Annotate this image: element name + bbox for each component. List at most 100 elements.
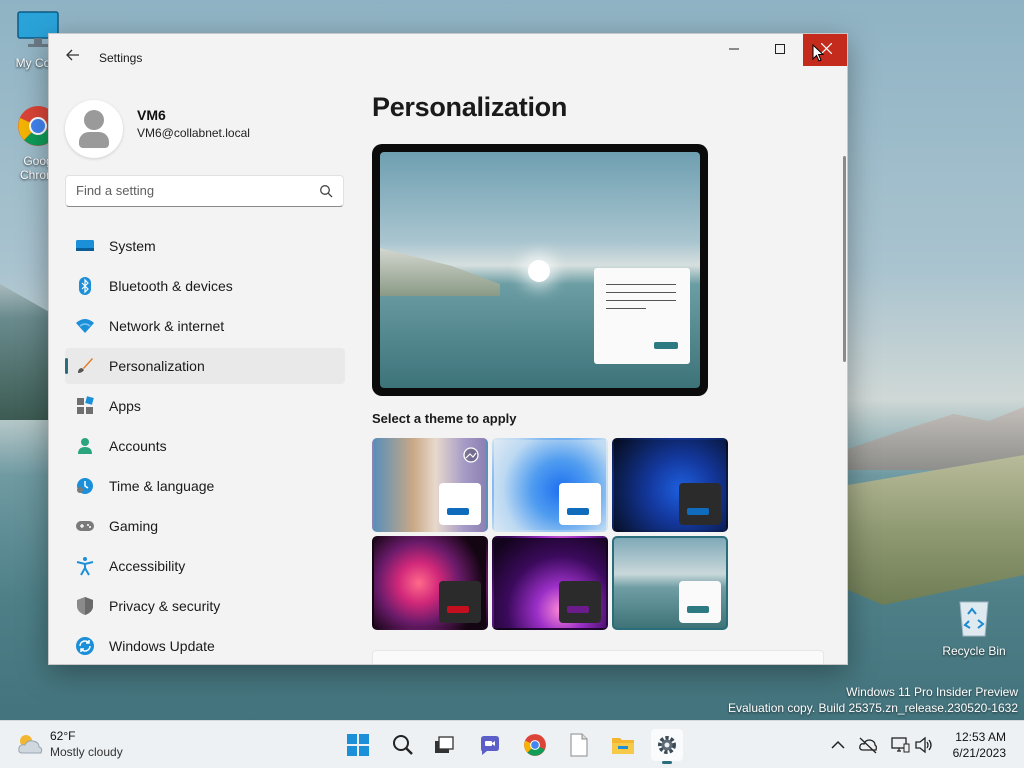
taskbar: 62°F Mostly cloudy 12:53 AM 6/21/2023 bbox=[0, 720, 1024, 768]
sidebar-item-label: Time & language bbox=[109, 478, 215, 494]
weather-temperature: 62°F bbox=[50, 729, 76, 743]
start-icon bbox=[347, 734, 369, 756]
cloud-sun-icon bbox=[18, 735, 43, 754]
wifi-icon bbox=[76, 319, 94, 333]
taskbar-search-button[interactable] bbox=[387, 729, 419, 761]
file-explorer-button[interactable] bbox=[607, 729, 639, 761]
sidebar-item-bluetooth[interactable]: Bluetooth & devices bbox=[65, 268, 345, 304]
volume-icon[interactable] bbox=[914, 735, 934, 755]
brush-icon bbox=[78, 358, 93, 373]
maximize-icon bbox=[775, 44, 785, 54]
theme-spotlight[interactable] bbox=[372, 438, 488, 532]
desktop-wallpaper-mountain bbox=[848, 407, 1024, 470]
sidebar-item-label: Personalization bbox=[109, 358, 205, 374]
maximize-button[interactable] bbox=[757, 34, 803, 66]
sidebar-item-gaming[interactable]: Gaming bbox=[65, 508, 345, 544]
preview-wallpaper bbox=[380, 152, 700, 388]
theme-preview bbox=[372, 144, 708, 396]
network-icon[interactable] bbox=[890, 735, 910, 755]
taskbar-clock[interactable]: 12:53 AM 6/21/2023 bbox=[953, 729, 1006, 761]
recycle-bin-icon bbox=[959, 601, 989, 637]
desktop-icon-label: Recycle Bin bbox=[942, 644, 1006, 658]
spotlight-icon bbox=[463, 447, 479, 463]
bluetooth-icon bbox=[79, 277, 91, 295]
task-view-button[interactable] bbox=[428, 729, 460, 761]
theme-flow[interactable] bbox=[612, 536, 728, 630]
accessibility-icon bbox=[76, 557, 94, 576]
sidebar-item-label: System bbox=[109, 238, 156, 254]
settings-taskbar-button[interactable] bbox=[651, 729, 683, 764]
clock-date: 6/21/2023 bbox=[952, 746, 1006, 760]
active-app-indicator bbox=[662, 761, 672, 764]
scrollbar[interactable] bbox=[843, 156, 846, 362]
time-language-icon bbox=[77, 478, 93, 494]
window-title: Settings bbox=[99, 51, 143, 65]
search-icon[interactable] bbox=[319, 184, 333, 198]
desktop-wallpaper-grass bbox=[848, 455, 1024, 605]
sidebar-item-label: Network & internet bbox=[109, 318, 225, 334]
settings-icon bbox=[658, 736, 676, 754]
theme-glow[interactable] bbox=[372, 536, 488, 630]
sidebar-item-network[interactable]: Network & internet bbox=[65, 308, 345, 344]
chrome-taskbar-button[interactable] bbox=[519, 729, 551, 761]
theme-windows-dark[interactable] bbox=[612, 438, 728, 532]
sidebar-item-label: Accounts bbox=[109, 438, 167, 454]
notepad-icon bbox=[570, 733, 588, 757]
preview-sample-window bbox=[594, 268, 690, 364]
sidebar-item-apps[interactable]: Apps bbox=[65, 388, 345, 424]
file-explorer-icon bbox=[612, 738, 634, 754]
sidebar-item-label: Bluetooth & devices bbox=[109, 278, 233, 294]
minimize-icon bbox=[729, 48, 739, 50]
close-button[interactable] bbox=[803, 34, 847, 66]
back-button[interactable] bbox=[63, 48, 83, 68]
shield-icon bbox=[77, 597, 93, 615]
mouse-cursor-icon bbox=[812, 44, 824, 62]
page-title: Personalization bbox=[372, 92, 568, 122]
accounts-icon bbox=[78, 438, 92, 454]
minimize-button[interactable] bbox=[711, 34, 757, 66]
search-icon bbox=[393, 735, 413, 755]
watermark-line-1: Windows 11 Pro Insider Preview bbox=[846, 685, 1018, 699]
clock-time: 12:53 AM bbox=[955, 730, 1006, 744]
search-input[interactable] bbox=[76, 183, 306, 198]
title-bar[interactable]: Settings bbox=[49, 34, 847, 82]
chrome-icon bbox=[524, 734, 546, 756]
avatar bbox=[65, 100, 123, 158]
theme-captured-motion[interactable] bbox=[492, 536, 608, 630]
sidebar-item-personalization[interactable]: Personalization bbox=[65, 348, 345, 384]
sidebar-item-system[interactable]: System bbox=[65, 228, 345, 264]
desktop-icon-recycle-bin[interactable]: Recycle Bin bbox=[938, 598, 1010, 658]
settings-window: Settings VM6 VM6@collabnet.local System … bbox=[48, 33, 848, 665]
sidebar-item-privacy-security[interactable]: Privacy & security bbox=[65, 588, 345, 624]
user-name: VM6 bbox=[137, 107, 166, 123]
arrow-left-icon bbox=[66, 49, 79, 61]
sidebar-item-accounts[interactable]: Accounts bbox=[65, 428, 345, 464]
sidebar-item-label: Windows Update bbox=[109, 638, 215, 654]
evaluation-watermark: Windows 11 Pro Insider Preview Evaluatio… bbox=[728, 684, 1018, 716]
sidebar-item-label: Privacy & security bbox=[109, 598, 221, 614]
weather-condition: Mostly cloudy bbox=[50, 745, 123, 759]
sidebar-item-label: Apps bbox=[109, 398, 141, 414]
windows-update-icon bbox=[76, 637, 94, 655]
user-email: VM6@collabnet.local bbox=[137, 126, 250, 140]
system-icon bbox=[76, 240, 94, 251]
notepad-button[interactable] bbox=[563, 729, 595, 761]
theme-windows-light[interactable] bbox=[492, 438, 608, 532]
apps-icon bbox=[77, 396, 94, 414]
task-view-icon bbox=[435, 736, 454, 753]
settings-card bbox=[372, 650, 824, 664]
sidebar-item-label: Gaming bbox=[109, 518, 159, 534]
sidebar-item-label: Accessibility bbox=[109, 558, 186, 574]
themes-section-label: Select a theme to apply bbox=[372, 411, 517, 426]
search-box[interactable] bbox=[65, 175, 344, 207]
sidebar-item-time-language[interactable]: Time & language bbox=[65, 468, 345, 504]
sidebar-item-accessibility[interactable]: Accessibility bbox=[65, 548, 345, 584]
chat-button[interactable] bbox=[474, 729, 506, 761]
chat-icon bbox=[481, 736, 499, 755]
cloud-offline-icon[interactable] bbox=[858, 735, 878, 755]
settings-nav: System Bluetooth & devices Network & int… bbox=[65, 228, 345, 664]
chevron-up-icon[interactable] bbox=[828, 735, 848, 755]
gaming-icon bbox=[76, 521, 94, 531]
start-button[interactable] bbox=[342, 729, 374, 761]
sidebar-item-windows-update[interactable]: Windows Update bbox=[65, 628, 345, 664]
